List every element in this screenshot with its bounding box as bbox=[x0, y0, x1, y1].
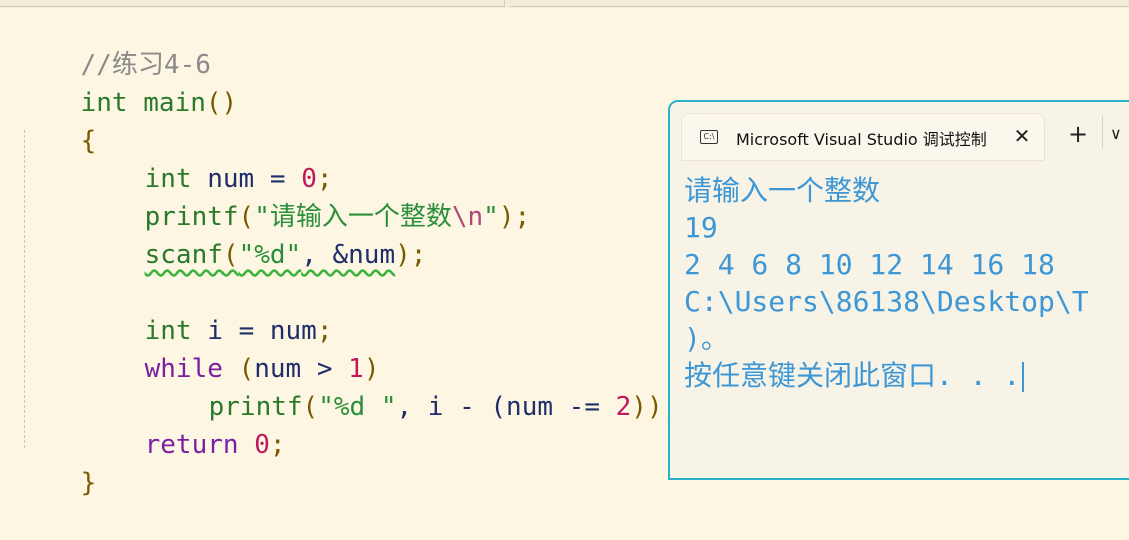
console-line-input: 19 bbox=[684, 211, 718, 244]
code-line-decl: int num = 0; bbox=[82, 122, 333, 194]
close-icon[interactable]: ✕ bbox=[1010, 124, 1034, 148]
code-line-scanf: scanf("%d", &num); bbox=[82, 198, 427, 270]
console-tab[interactable]: C:\ Microsoft Visual Studio 调试控制台 ✕ bbox=[682, 114, 1044, 160]
parens: () bbox=[205, 88, 238, 118]
console-line-path: C:\Users\86138\Desktop\T bbox=[684, 285, 1089, 318]
debug-console-window[interactable]: C:\ Microsoft Visual Studio 调试控制台 ✕ + ∨ … bbox=[668, 100, 1129, 480]
code-line-while: while (num > 1) bbox=[82, 312, 380, 384]
editor-tab-right[interactable] bbox=[510, 0, 1129, 7]
paren-close: ); bbox=[498, 202, 531, 232]
number-literal: 2 bbox=[615, 392, 632, 422]
string-end: " bbox=[483, 202, 499, 232]
console-output[interactable]: 请输入一个整数 19 2 4 6 8 10 12 14 16 18 C:\Use… bbox=[684, 172, 1129, 394]
return-keyword: return bbox=[144, 430, 239, 460]
escape-sequence: \n bbox=[451, 202, 484, 232]
code-line-printf2: printf("%d ", i - (num -= 2)); bbox=[146, 350, 679, 422]
code-line-brace-open: { bbox=[18, 84, 97, 156]
string-literal: "%d" bbox=[238, 240, 302, 270]
code-line-int-i: int i = num; bbox=[82, 274, 333, 346]
console-tab-title: Microsoft Visual Studio 调试控制台 bbox=[736, 130, 986, 148]
paren-open: ( bbox=[302, 392, 319, 422]
terminal-icon: C:\ bbox=[700, 130, 718, 144]
chevron-down-icon[interactable]: ∨ bbox=[1110, 122, 1129, 146]
code-line-brace-close: } bbox=[18, 426, 97, 498]
console-tab-bar: C:\ Microsoft Visual Studio 调试控制台 ✕ + ∨ bbox=[670, 102, 1129, 160]
warning-squiggle[interactable]: scanf("%d", &num bbox=[145, 240, 395, 270]
console-line-prompt: 请输入一个整数 bbox=[684, 174, 881, 207]
press-key-text: 按任意键关闭此窗口. . . bbox=[684, 359, 1021, 392]
code-line-return: return 0; bbox=[82, 388, 286, 460]
brace-close: } bbox=[80, 468, 97, 498]
arguments: , i - (num -= bbox=[396, 392, 616, 422]
console-line-path-end: )。 bbox=[684, 322, 729, 355]
function-call: scanf bbox=[144, 240, 223, 270]
text-cursor bbox=[1022, 362, 1025, 392]
semicolon: ; bbox=[269, 430, 286, 460]
code-line-main: int main() bbox=[18, 46, 238, 118]
arguments: , &num bbox=[301, 240, 396, 270]
string-literal: "%d " bbox=[318, 392, 397, 422]
editor-tab-left[interactable] bbox=[0, 0, 505, 7]
editor-tab-strip bbox=[0, 0, 1129, 8]
function-name: main bbox=[143, 88, 206, 118]
code-line-printf1: printf("请输入一个整数\n"); bbox=[82, 160, 531, 232]
tab-separator bbox=[1102, 116, 1103, 148]
paren-close: ); bbox=[395, 240, 427, 270]
new-tab-button[interactable]: + bbox=[1066, 122, 1090, 146]
paren-open: ( bbox=[222, 240, 239, 270]
console-line-result: 2 4 6 8 10 12 14 16 18 bbox=[684, 248, 1055, 281]
code-line-comment: //练习4-6 bbox=[18, 8, 211, 80]
number-literal: 0 bbox=[254, 430, 270, 460]
console-line-press-key: 按任意键关闭此窗口. . . bbox=[684, 357, 1129, 394]
